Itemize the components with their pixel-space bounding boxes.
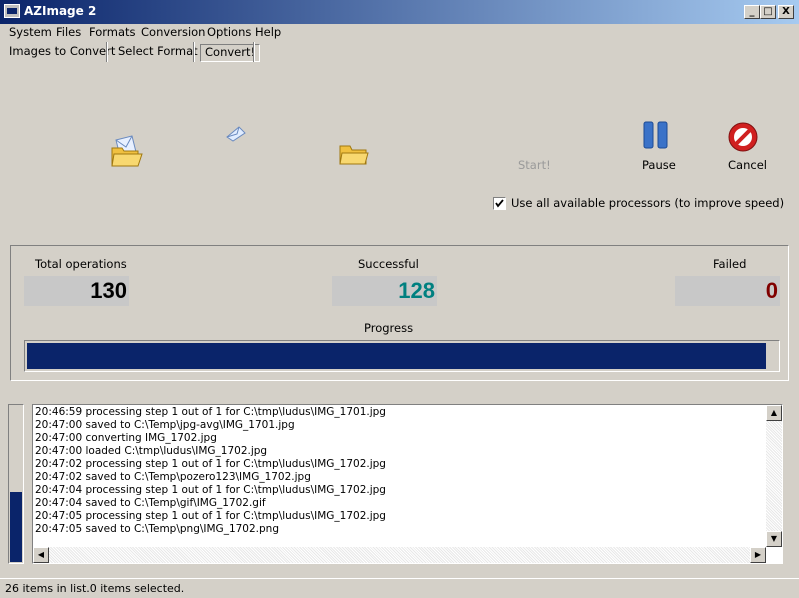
- cancel-icon[interactable]: [726, 120, 760, 154]
- envelope-icon: [226, 126, 246, 142]
- activity-meter-fill: [10, 492, 22, 562]
- status-bar: 26 items in list.0 items selected.: [0, 578, 799, 598]
- tab-separator: [106, 42, 108, 62]
- log-line: 20:47:00 converting IMG_1702.jpg: [35, 432, 217, 444]
- failed-value: 0: [675, 276, 780, 306]
- successful-value: 128: [332, 276, 437, 306]
- close-button[interactable]: X: [778, 5, 794, 19]
- total-operations-label: Total operations: [35, 257, 127, 271]
- log-line: 20:47:05 processing step 1 out of 1 for …: [35, 510, 386, 522]
- menu-formats[interactable]: Formats: [89, 25, 136, 39]
- scroll-right-button[interactable]: ▶: [750, 547, 766, 563]
- activity-meter: [8, 404, 24, 564]
- horizontal-scrollbar-track[interactable]: [49, 547, 750, 563]
- menu-help[interactable]: Help: [255, 25, 281, 39]
- menu-files[interactable]: Files: [56, 25, 81, 39]
- log-line: 20:47:05 saved to C:\Temp\png\IMG_1702.p…: [35, 523, 279, 535]
- tab-separator: [193, 42, 195, 62]
- app-icon[interactable]: [4, 4, 20, 18]
- log-line: 20:47:04 saved to C:\Temp\gif\IMG_1702.g…: [35, 497, 266, 509]
- folder-icon: [339, 145, 369, 165]
- pause-icon[interactable]: [643, 121, 669, 151]
- scroll-down-button[interactable]: ▼: [766, 531, 782, 547]
- progress-fill: [27, 343, 766, 369]
- failed-label: Failed: [713, 257, 747, 271]
- tab-images-to-convert[interactable]: Images to Convert: [9, 44, 115, 62]
- minimize-button[interactable]: _: [744, 5, 760, 19]
- menu-system[interactable]: System: [9, 25, 52, 39]
- log-line: 20:47:00 loaded C:\tmp\ludus\IMG_1702.jp…: [35, 445, 268, 457]
- start-button[interactable]: Start!: [518, 158, 551, 172]
- tab-separator: [253, 42, 255, 62]
- total-operations-value: 130: [24, 276, 129, 306]
- tab-select-format[interactable]: Select Format: [118, 44, 198, 62]
- menu-bar: System Files Formats Conversion Options …: [0, 24, 799, 42]
- log-line: 20:47:02 saved to C:\Temp\pozero123\IMG_…: [35, 471, 311, 483]
- log-line: 20:46:59 processing step 1 out of 1 for …: [35, 406, 386, 418]
- tab-convert[interactable]: Convert!: [200, 44, 261, 62]
- log-line: 20:47:04 processing step 1 out of 1 for …: [35, 484, 386, 496]
- log-list[interactable]: 20:46:59 processing step 1 out of 1 for …: [32, 404, 783, 564]
- scroll-up-button[interactable]: ▲: [766, 405, 782, 421]
- progress-bar: [24, 340, 780, 372]
- log-line: 20:47:00 saved to C:\Temp\jpg-avg\IMG_17…: [35, 419, 295, 431]
- menu-conversion[interactable]: Conversion: [141, 25, 205, 39]
- open-folder-envelope-icon: [111, 135, 143, 167]
- progress-label: Progress: [364, 321, 414, 335]
- scroll-left-button[interactable]: ◀: [33, 547, 49, 563]
- log-line: 20:47:02 processing step 1 out of 1 for …: [35, 458, 386, 470]
- use-all-processors-checkbox[interactable]: [493, 197, 506, 210]
- title-bar: [0, 0, 799, 24]
- maximize-button[interactable]: □: [760, 5, 776, 19]
- use-all-processors-label: Use all available processors (to improve…: [511, 196, 785, 210]
- successful-label: Successful: [358, 257, 419, 271]
- cancel-button[interactable]: Cancel: [728, 158, 767, 172]
- check-icon: [495, 199, 504, 208]
- status-text: 26 items in list.0 items selected.: [5, 582, 185, 595]
- vertical-scrollbar-track[interactable]: [766, 421, 782, 531]
- pause-button[interactable]: Pause: [642, 158, 676, 172]
- window-title: AZImage 2: [24, 4, 97, 18]
- menu-options[interactable]: Options: [207, 25, 251, 39]
